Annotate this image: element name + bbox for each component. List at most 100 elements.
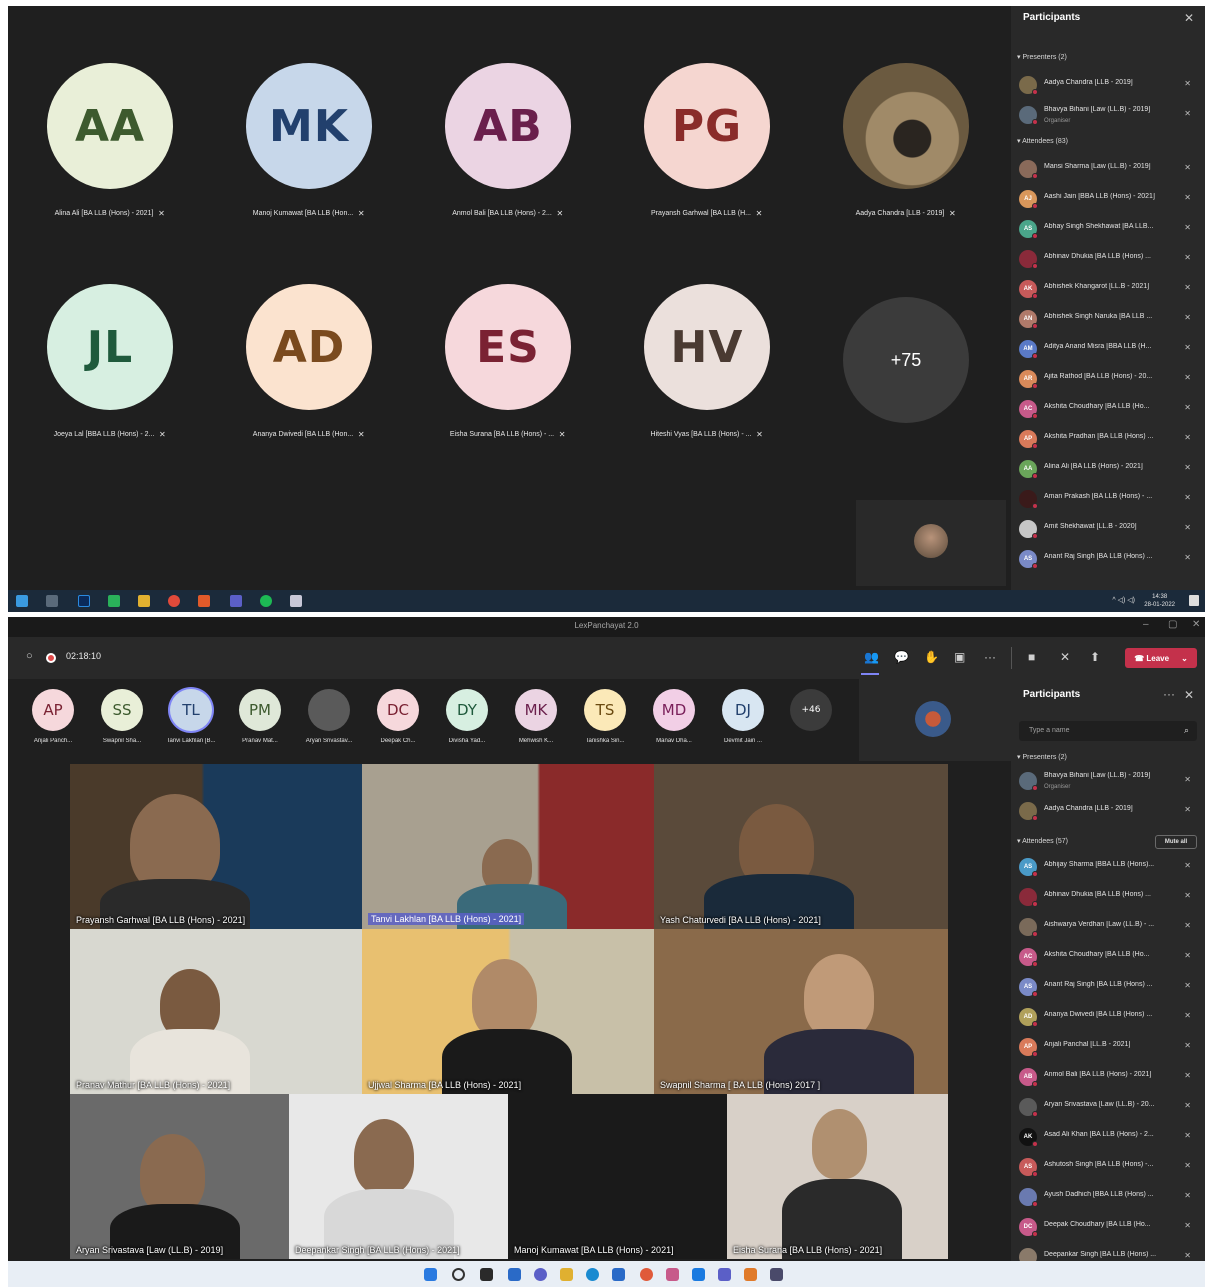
more-participants-button[interactable]: +46 [790,689,832,731]
share-icon[interactable]: ⬆ [1090,650,1100,664]
chat-icon[interactable] [534,1268,547,1281]
participant-row[interactable]: AK Asad Ali Khan [BA LLB (Hons) - 2... ✕ [1011,1126,1197,1148]
participant-row[interactable]: AP Anjali Panchal [LL.B - 2021] ✕ [1011,1036,1197,1058]
mic-off-icon[interactable]: ✕ [1184,1221,1191,1230]
camera-off-icon[interactable]: ■ [1028,650,1035,664]
mic-off-icon[interactable]: ✕ [1184,223,1191,232]
mic-off-icon[interactable]: ✕ [1184,1071,1191,1080]
strip-avatar[interactable]: PM [239,689,281,731]
mic-off-icon[interactable]: ✕ [1184,283,1191,292]
participant-row[interactable]: AK Abhishek Khangarot [LL.B - 2021] ✕ [1011,278,1197,300]
video-tile[interactable]: Pranav Mathur [BA LLB (Hons) - 2021] [70,929,362,1094]
task-view-icon[interactable] [46,595,58,607]
strip-avatar[interactable]: SS [101,689,143,731]
participant-row[interactable]: Mansi Sharma [Law (LL.B) - 2019] ✕ [1011,158,1197,180]
app-icon[interactable] [770,1268,783,1281]
close-window-icon[interactable]: ✕ [1192,619,1200,630]
mic-off-icon[interactable]: ✕ [1060,650,1070,664]
mic-off-icon[interactable]: ✕ [1184,1251,1191,1260]
strip-avatar[interactable]: MD [653,689,695,731]
video-tile[interactable]: Eisha Surana [BA LLB (Hons) - 2021] [727,1094,948,1259]
file-explorer-icon[interactable] [138,595,150,607]
chrome-icon[interactable] [640,1268,653,1281]
strip-avatar[interactable]: DJ [722,689,764,731]
mic-off-icon[interactable]: ✕ [1184,493,1191,502]
participant-row[interactable]: AS Abhay Singh Shekhawat [BA LLB... ✕ [1011,218,1197,240]
clock[interactable]: 14:38 28-01-2022 [1144,593,1175,609]
brave-icon[interactable] [198,595,210,607]
teams-icon[interactable] [230,595,242,607]
mic-off-icon[interactable]: ✕ [1184,163,1191,172]
minimize-icon[interactable]: – [1143,619,1149,630]
participant-row[interactable]: AB Anmol Bali [BA LLB (Hons) - 2021] ✕ [1011,1066,1197,1088]
mic-off-icon[interactable]: ✕ [1184,373,1191,382]
close-icon[interactable]: ✕ [1184,688,1194,702]
participant-row[interactable]: Ayush Dadhich [BBA LLB (Hons) ... ✕ [1011,1186,1197,1208]
photoshop-icon[interactable] [78,595,90,607]
mic-off-icon[interactable]: ✕ [1184,193,1191,202]
mic-off-icon[interactable]: ✕ [1184,775,1191,784]
people-icon[interactable]: 👥 [864,650,879,664]
video-tile[interactable]: Prayansh Garhwal [BA LLB (Hons) - 2021] [70,764,362,929]
participant-tile[interactable]: AD Ananya Dwivedi [BA LLB (Hon... ✕ [207,282,397,482]
widgets-icon[interactable] [508,1268,521,1281]
participant-row[interactable]: Aadya Chandra [LLB - 2019] ✕ [1011,800,1197,822]
mic-off-icon[interactable]: ✕ [1184,805,1191,814]
participant-row[interactable]: AD Ananya Dwivedi [BA LLB (Hons) ... ✕ [1011,1006,1197,1028]
office-icon[interactable] [744,1268,757,1281]
search-input[interactable]: Type a name ⌕ [1019,721,1197,741]
mic-off-icon[interactable]: ✕ [1184,403,1191,412]
mute-all-button[interactable]: Mute all [1155,835,1197,849]
participant-row[interactable]: AS Anant Raj Singh [BA LLB (Hons) ... ✕ [1011,548,1197,570]
video-tile[interactable]: Yash Chaturvedi [BA LLB (Hons) - 2021] [654,764,948,929]
participant-row[interactable]: Bhavya Bihani [Law (LL.B) - 2019] ✕ Organi… [1011,104,1197,126]
strip-avatar[interactable]: DY [446,689,488,731]
mic-off-icon[interactable]: ✕ [1184,891,1191,900]
app-icon[interactable] [666,1268,679,1281]
participant-row[interactable]: Amit Shekhawat [LL.B - 2020] ✕ [1011,518,1197,540]
strip-avatar[interactable]: TS [584,689,626,731]
chat-icon[interactable]: 💬 [894,650,909,664]
participant-row[interactable]: AJ Aashi Jain [BBA LLB (Hons) - 2021] ✕ [1011,188,1197,210]
mic-off-icon[interactable]: ✕ [1184,433,1191,442]
participant-tile[interactable]: Aadya Chandra [LLB - 2019] ✕ [804,61,994,261]
participant-tile[interactable]: HV Hiteshi Vyas [BA LLB (Hons) - ... ✕ [605,282,795,482]
participant-row[interactable]: AR Ajita Rathod [BA LLB (Hons) - 20... ✕ [1011,368,1197,390]
strip-avatar[interactable]: MK [515,689,557,731]
participant-tile[interactable]: ES Eisha Surana [BA LLB (Hons) - ... ✕ [406,282,596,482]
strip-avatar[interactable]: AP [32,689,74,731]
mic-off-icon[interactable]: ✕ [1184,981,1191,990]
participant-tile[interactable]: AB Anmol Bali [BA LLB (Hons) - 2... ✕ [406,61,596,261]
participant-row[interactable]: AS Ashutosh Singh [BA LLB (Hons) -... ✕ [1011,1156,1197,1178]
participant-row[interactable]: AS Abhijay Sharma [BBA LLB (Hons)... ✕ [1011,856,1197,878]
notepad-icon[interactable] [290,595,302,607]
mic-off-icon[interactable]: ✕ [1184,951,1191,960]
edge-icon[interactable] [586,1268,599,1281]
close-icon[interactable]: ✕ [1184,11,1194,25]
mic-off-icon[interactable]: ✕ [1184,79,1191,88]
participant-row[interactable]: AM Aditya Anand Misra [BBA LLB (H... ✕ [1011,338,1197,360]
participant-row[interactable]: Abhinav Dhukia [BA LLB (Hons) ... ✕ [1011,886,1197,908]
mic-off-icon[interactable]: ✕ [1184,1161,1191,1170]
participant-row[interactable]: AS Anant Raj Singh [BA LLB (Hons) ... ✕ [1011,976,1197,998]
task-view-icon[interactable] [480,1268,493,1281]
participant-row[interactable]: Bhavya Bihani [Law (LL.B) - 2019] ✕ Organi… [1011,770,1197,792]
participant-tile[interactable]: MK Manoj Kumawat [BA LLB (Hon... ✕ [207,61,397,261]
whatsapp-icon[interactable] [108,595,120,607]
rooms-icon[interactable]: ▣ [954,650,965,664]
video-tile[interactable]: Manoj Kumawat [BA LLB (Hons) - 2021] [508,1094,727,1259]
participant-row[interactable]: Aman Prakash [BA LLB (Hons) - ... ✕ [1011,488,1197,510]
mic-off-icon[interactable]: ✕ [1184,1191,1191,1200]
reactions-icon[interactable]: ✋ [924,650,939,664]
chrome-icon[interactable] [168,595,180,607]
participant-row[interactable]: AN Abhishek Singh Naruka [BA LLB ... ✕ [1011,308,1197,330]
video-tile[interactable]: Aryan Srivastava [Law (LL.B) - 2019] [70,1094,289,1259]
participant-tile[interactable]: PG Prayansh Garhwal [BA LLB (H... ✕ [605,61,795,261]
participant-row[interactable]: Aishwarya Verdhan [Law (LL.B) - ... ✕ [1011,916,1197,938]
mic-off-icon[interactable]: ✕ [1184,1011,1191,1020]
maximize-icon[interactable]: ▢ [1168,619,1177,630]
video-tile[interactable]: Swapnil Sharma [ BA LLB (Hons) 2017 ] [654,929,948,1094]
participant-tile[interactable]: JL Joeya Lal [BBA LLB (Hons) - 2... ✕ [8,282,198,482]
search-icon[interactable] [452,1268,465,1281]
leave-button[interactable]: ☎ Leave ⌄ [1125,648,1197,668]
